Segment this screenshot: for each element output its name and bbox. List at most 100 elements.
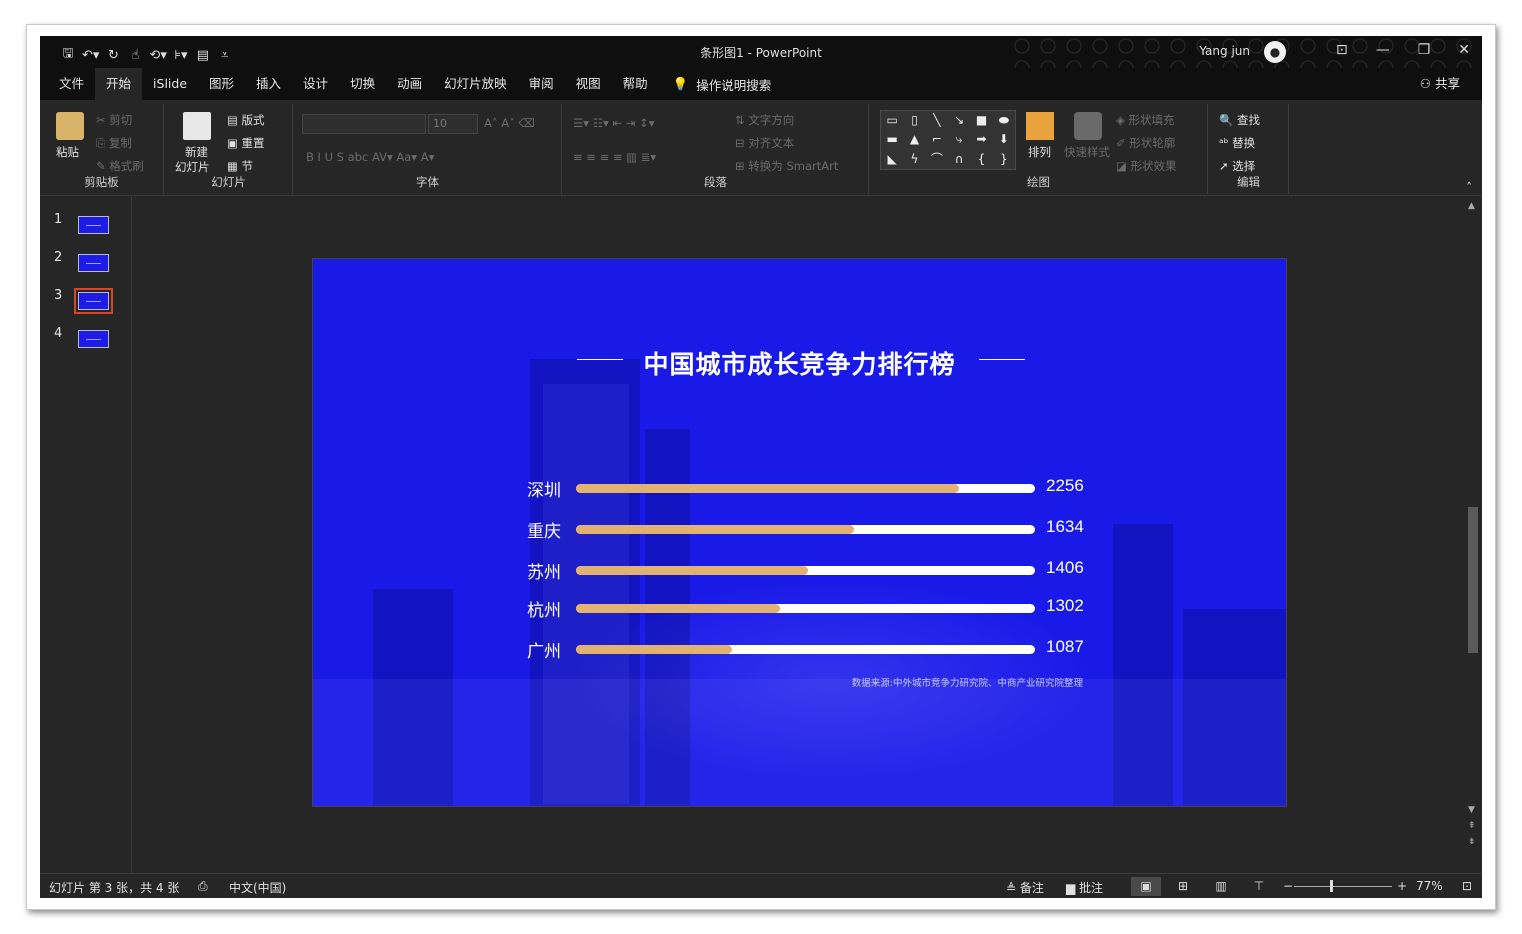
zoom-in-icon[interactable]: + bbox=[1397, 879, 1407, 893]
bar-value-label[interactable]: 1406 bbox=[1046, 558, 1084, 578]
data-source-note[interactable]: 数据来源:中外城市竞争力研究院、中商产业研究院整理 bbox=[852, 675, 1083, 689]
vertical-scrollbar[interactable]: ▲ ▼ ⇞ ⇟ bbox=[1464, 197, 1482, 873]
rectangle-icon[interactable]: ■ bbox=[970, 111, 992, 130]
zoom-level[interactable]: 77% bbox=[1416, 879, 1443, 893]
down-arrow-icon[interactable]: ⬇ bbox=[993, 130, 1015, 149]
copy-button[interactable]: ⎘ 复制 bbox=[96, 135, 132, 151]
thumbnail-image[interactable] bbox=[78, 330, 109, 348]
scrollbar-thumb[interactable] bbox=[1468, 507, 1478, 653]
tab-insert[interactable]: 插入 bbox=[245, 68, 292, 100]
format-painter-button[interactable]: ✎ 格式刷 bbox=[96, 158, 144, 174]
rounded-rect-icon[interactable]: ▬ bbox=[881, 130, 903, 149]
zoom-slider[interactable] bbox=[1294, 886, 1392, 887]
normal-view-icon[interactable]: ▣ bbox=[1131, 877, 1161, 896]
minimize-icon[interactable]: — bbox=[1376, 42, 1390, 58]
font-size-input[interactable]: 10 bbox=[428, 114, 478, 134]
align-text-button[interactable]: ⊟ 对齐文本 bbox=[735, 135, 794, 151]
font-name-input[interactable] bbox=[302, 114, 426, 134]
ribbon-display-icon[interactable]: ⊡ bbox=[1336, 42, 1348, 58]
share-button[interactable]: ⚇ 共享 bbox=[1420, 68, 1460, 100]
tab-view[interactable]: 视图 bbox=[565, 68, 612, 100]
user-name[interactable]: Yang jun bbox=[1199, 44, 1250, 58]
curve-icon[interactable]: ∩ bbox=[948, 150, 970, 169]
thumbnail-image[interactable] bbox=[78, 254, 109, 272]
bar-fill[interactable] bbox=[576, 525, 854, 534]
textbox-icon[interactable]: ▭ bbox=[881, 111, 903, 130]
find-button[interactable]: 🔍 查找 bbox=[1219, 112, 1260, 128]
tab-home[interactable]: 开始 bbox=[95, 68, 143, 100]
smartart-button[interactable]: ⊞ 转换为 SmartArt bbox=[735, 158, 838, 174]
tab-slideshow[interactable]: 幻灯片放映 bbox=[433, 68, 518, 100]
bar-fill[interactable] bbox=[576, 566, 808, 575]
bar-fill[interactable] bbox=[576, 484, 960, 493]
next-slide-icon[interactable]: ⇟ bbox=[1468, 837, 1476, 847]
shapes-gallery[interactable]: ▭ ▯ ╲ ↘ ■ ⬬ ▬ ▲ ⌐ ⤷ ➡ ⬇ ◣ ϟ ⌒ ∩{} bbox=[880, 110, 1016, 170]
avatar[interactable]: ● bbox=[1264, 41, 1286, 63]
reset-button[interactable]: ▣ 重置 bbox=[227, 135, 265, 151]
shape-effect-button[interactable]: ◪ 形状效果 bbox=[1116, 158, 1177, 174]
tab-animations[interactable]: 动画 bbox=[386, 68, 433, 100]
paste-button[interactable]: 粘贴 bbox=[56, 144, 79, 160]
freeform-icon[interactable]: ϟ bbox=[903, 150, 925, 169]
notes-button[interactable]: ≜ 备注 bbox=[1006, 879, 1044, 896]
select-button[interactable]: ➚ 选择 bbox=[1219, 158, 1255, 174]
vtextbox-icon[interactable]: ▯ bbox=[903, 111, 925, 130]
bar-fill[interactable] bbox=[576, 604, 781, 613]
tab-review[interactable]: 审阅 bbox=[518, 68, 565, 100]
scroll-up-icon[interactable]: ▲ bbox=[1468, 201, 1475, 211]
connector-icon[interactable]: ⤷ bbox=[948, 130, 970, 149]
bar-value-label[interactable]: 1634 bbox=[1046, 517, 1084, 537]
arrange-button[interactable]: 排列 bbox=[1028, 144, 1051, 160]
layout-button[interactable]: ▤ 版式 bbox=[227, 112, 265, 128]
quick-styles-icon[interactable] bbox=[1074, 112, 1102, 140]
thumbnail-4[interactable]: 4 bbox=[52, 326, 122, 350]
custom-shape-icon[interactable]: ◣ bbox=[881, 150, 903, 169]
oval-icon[interactable]: ⬬ bbox=[993, 111, 1015, 130]
bar-category-label[interactable]: 苏州 bbox=[527, 558, 561, 583]
brace-left-icon[interactable]: { bbox=[970, 150, 992, 169]
font-format-icons[interactable]: B I U S abc AV▾ Aa▾ A▾ bbox=[306, 150, 434, 164]
paste-icon[interactable] bbox=[56, 112, 84, 140]
bar-category-label[interactable]: 杭州 bbox=[527, 596, 561, 621]
tab-design[interactable]: 设计 bbox=[292, 68, 339, 100]
arc-icon[interactable]: ⌒ bbox=[926, 150, 948, 169]
thumbnail-image[interactable] bbox=[78, 216, 109, 234]
font-grow-icon[interactable]: A˄ A˅ ⌫ bbox=[484, 116, 535, 130]
reading-view-icon[interactable]: ▥ bbox=[1206, 877, 1236, 896]
close-icon[interactable]: ✕ bbox=[1458, 42, 1470, 58]
bar-track[interactable] bbox=[576, 484, 1035, 493]
tab-file[interactable]: 文件 bbox=[48, 68, 95, 100]
scroll-down-icon[interactable]: ▼ bbox=[1468, 805, 1475, 815]
bar-fill[interactable] bbox=[576, 645, 733, 654]
prev-slide-icon[interactable]: ⇞ bbox=[1468, 821, 1476, 831]
quick-styles-button[interactable]: 快速样式 bbox=[1064, 144, 1110, 160]
bar-track[interactable] bbox=[576, 566, 1035, 575]
shape-fill-button[interactable]: ◈ 形状填充 bbox=[1116, 112, 1175, 128]
new-slide-label-2[interactable]: 幻灯片 bbox=[175, 159, 210, 175]
text-direction-button[interactable]: ⇅ 文字方向 bbox=[735, 112, 794, 128]
sorter-view-icon[interactable]: ⊞ bbox=[1168, 877, 1198, 896]
thumbnail-2[interactable]: 2 bbox=[52, 250, 122, 274]
fit-slide-icon[interactable]: ⊡ bbox=[1462, 879, 1472, 893]
tab-transitions[interactable]: 切换 bbox=[339, 68, 386, 100]
tab-shapes[interactable]: 图形 bbox=[198, 68, 245, 100]
slide[interactable]: 中国城市成长竞争力排行榜 深圳 2256 重庆 1634 苏州 1406 杭州 1302 广州 1… bbox=[312, 258, 1287, 807]
bar-value-label[interactable]: 1087 bbox=[1046, 637, 1084, 657]
bar-value-label[interactable]: 2256 bbox=[1046, 476, 1084, 496]
thumbnail-image-selected[interactable] bbox=[74, 288, 113, 314]
zoom-slider-knob[interactable] bbox=[1330, 880, 1333, 892]
tab-islide[interactable]: iSlide bbox=[142, 68, 198, 100]
bar-track[interactable] bbox=[576, 604, 1035, 613]
arrange-icon[interactable] bbox=[1026, 112, 1054, 140]
language[interactable]: 中文(中国) bbox=[229, 879, 286, 896]
brace-right-icon[interactable]: } bbox=[993, 150, 1015, 169]
elbow-icon[interactable]: ⌐ bbox=[926, 130, 948, 149]
section-button[interactable]: ▦ 节 bbox=[227, 158, 253, 174]
bar-category-label[interactable]: 重庆 bbox=[527, 517, 561, 542]
slideshow-view-icon[interactable]: ⊤ bbox=[1244, 877, 1274, 896]
align-icons[interactable]: ≡ ≡ ≡ ≡ ▥ ≣▾ bbox=[573, 150, 656, 164]
triangle-icon[interactable]: ▲ bbox=[903, 130, 925, 149]
spellcheck-icon[interactable]: ⎙ bbox=[198, 879, 208, 894]
replace-button[interactable]: ᵃᵇ 替换 bbox=[1219, 135, 1255, 151]
bar-track[interactable] bbox=[576, 525, 1035, 534]
